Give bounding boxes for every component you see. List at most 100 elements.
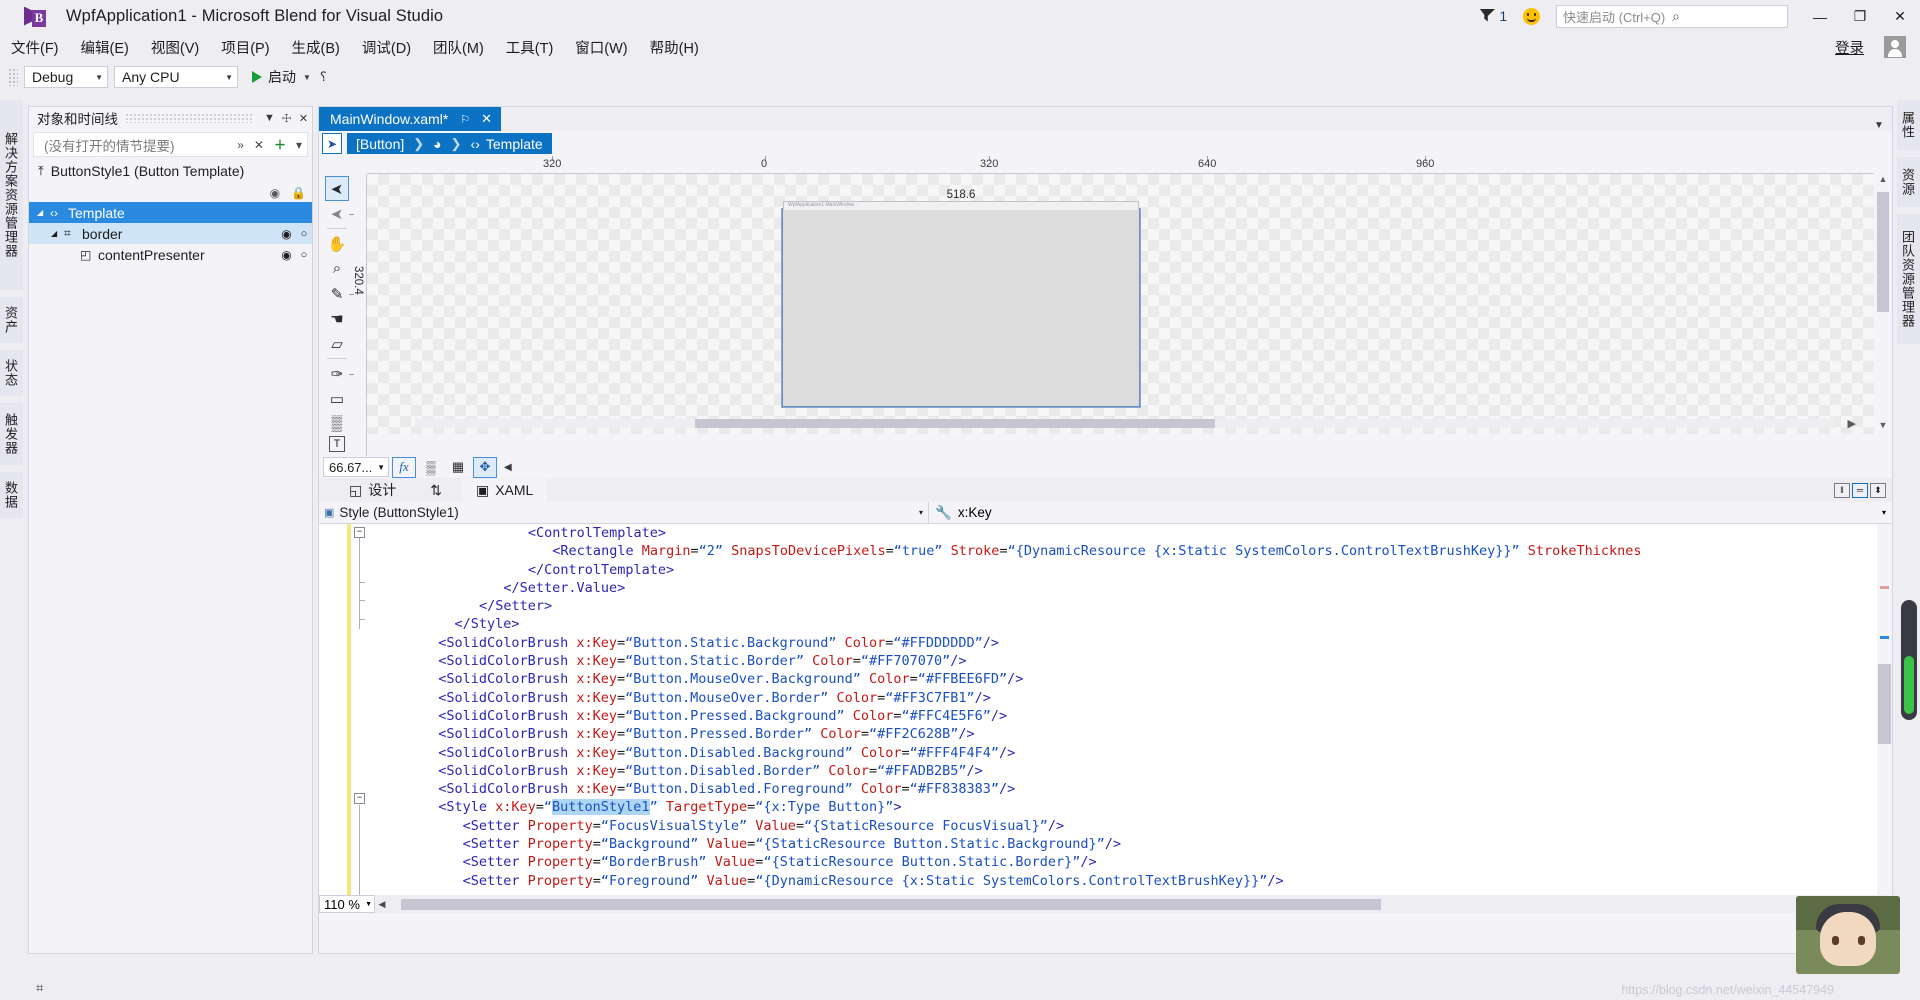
eyedropper-tool[interactable]: ✎	[325, 281, 349, 306]
chevrons-down-icon[interactable]: »	[232, 138, 249, 152]
pen-tool[interactable]: ✑	[325, 361, 349, 386]
tree-item-border[interactable]: ◢ ⌗ border ◉ ○	[29, 223, 312, 244]
sidebar-tab-triggers[interactable]: 触发器	[0, 403, 23, 465]
add-storyboard-icon[interactable]: ＋	[269, 136, 291, 153]
chevron-down-icon[interactable]: ▼	[261, 112, 278, 124]
horizontal-split-button[interactable]: ═	[1852, 482, 1868, 498]
menu-item-edit[interactable]: 编辑(E)	[70, 35, 140, 60]
code-vertical-scrollbar[interactable]	[1877, 524, 1892, 895]
restore-button[interactable]: ❐	[1840, 0, 1880, 33]
code-scroll-track[interactable]	[393, 898, 1874, 910]
sidebar-tab-team-explorer[interactable]: 团队资源管理器	[1897, 214, 1920, 344]
breadcrumb-item-style-icon[interactable]: ◕	[424, 136, 450, 152]
snap-to-gridlines-button[interactable]: ▦	[446, 457, 470, 478]
menu-item-tools[interactable]: 工具(T)	[495, 35, 565, 60]
tab-design[interactable]: ◱ 设计	[335, 477, 410, 503]
canvas-scroll-right-button[interactable]: ▶	[1848, 417, 1856, 430]
start-debug-button[interactable]: 启动 ▼	[252, 67, 311, 87]
member-scope-combo[interactable]: ▣ Style (ButtonStyle1) ▾	[319, 502, 929, 523]
send-feedback-smiley-icon[interactable]	[1523, 8, 1540, 25]
sidebar-tab-assets[interactable]: 资产	[0, 297, 23, 343]
vertical-ruler[interactable]	[349, 174, 367, 456]
scope-selection-tool-button[interactable]: ➤	[322, 133, 342, 154]
vertical-split-button[interactable]: ‖	[1834, 482, 1850, 498]
menu-item-team[interactable]: 团队(M)	[422, 35, 495, 60]
property-scope-combo[interactable]: 🔧 x:Key ▾	[929, 505, 1892, 521]
sidebar-tab-properties[interactable]: 属性	[1897, 100, 1920, 150]
sidebar-tab-data[interactable]: 数据	[0, 472, 23, 518]
lock-icon[interactable]: ○	[296, 249, 312, 261]
notifications-flag-icon[interactable]	[1479, 8, 1496, 25]
lock-icon[interactable]: 🔒	[291, 186, 306, 200]
lock-icon[interactable]: ○	[296, 228, 312, 240]
template-root-item[interactable]: ⤒ ButtonStyle1 (Button Template)	[29, 157, 312, 184]
menu-item-window[interactable]: 窗口(W)	[564, 35, 638, 60]
account-avatar-icon[interactable]	[1884, 36, 1906, 58]
effects-toggle-button[interactable]: fx	[392, 456, 416, 478]
selection-tool[interactable]: ➤	[325, 176, 349, 201]
canvas-horizontal-scrollbar[interactable]	[415, 419, 1834, 428]
storyboard-search-field[interactable]: (没有打开的情节提要) » ✕ ＋ ▾	[33, 132, 308, 157]
swap-panes-icon[interactable]: ⇅	[430, 482, 442, 499]
panel-drag-dots[interactable]	[125, 113, 254, 123]
editor-zoom-combo[interactable]: 110 % ▼	[319, 895, 375, 913]
scroll-up-icon[interactable]: ▲	[1876, 174, 1890, 188]
minimize-button[interactable]: —	[1800, 0, 1840, 33]
expander-icon[interactable]: ◢	[51, 229, 64, 238]
scrollbar-thumb[interactable]	[1878, 664, 1891, 744]
zoom-level-combo[interactable]: 66.67... ▼	[323, 457, 389, 477]
eye-icon[interactable]: ◉	[277, 227, 296, 241]
menu-item-view[interactable]: 视图(V)	[140, 35, 210, 60]
close-icon[interactable]: ✕	[295, 112, 312, 125]
text-tool[interactable]: T	[329, 436, 345, 452]
breadcrumb-item-button[interactable]: [Button]	[347, 136, 413, 152]
scrollbar-thumb[interactable]	[695, 419, 1215, 428]
canvas-vertical-scrollbar[interactable]: ▲ ▼	[1876, 174, 1890, 434]
eye-icon[interactable]: ◉	[277, 248, 296, 262]
zoom-tool[interactable]: ⌕	[325, 256, 349, 281]
sidebar-tab-states[interactable]: 状态	[0, 350, 23, 396]
toolbar-grip-handle[interactable]	[8, 68, 18, 86]
xaml-code-editor[interactable]: − − <ControlTemplate> <Rectangle Margin=“…	[319, 524, 1892, 895]
eye-icon[interactable]: ◉	[270, 186, 280, 200]
configuration-combo[interactable]: Debug ▼	[24, 66, 108, 88]
minimap-thumb[interactable]	[1904, 656, 1914, 714]
tree-item-contentpresenter[interactable]: ◰ contentPresenter ◉ ○	[29, 244, 312, 265]
menu-item-project[interactable]: 项目(P)	[210, 35, 280, 60]
pan-tool[interactable]: ✋	[325, 231, 349, 256]
design-canvas[interactable]: ➤ ➤ ✋ ⌕ ✎ ☚ ▱ ✑ ▭ ▒ T 320 0 320 640 960	[319, 156, 1892, 456]
chevron-down-icon[interactable]: ▼	[303, 73, 311, 82]
menu-item-build[interactable]: 生成(B)	[281, 35, 351, 60]
artboard-mainwindow[interactable]: WpfApplication1 MainWindow	[782, 201, 1140, 407]
sign-in-link[interactable]: 登录	[1835, 37, 1864, 58]
document-tab-mainwindow[interactable]: MainWindow.xaml* ⚐ ✕	[319, 107, 502, 131]
sidebar-tab-solution-explorer[interactable]: 解决方案资源管理器	[0, 100, 23, 290]
fold-toggle[interactable]: −	[354, 527, 365, 538]
tab-overflow-chevron-down-icon[interactable]: ▼	[1866, 120, 1892, 131]
scroll-left-icon[interactable]: ◀	[375, 899, 389, 910]
pin-icon[interactable]: ☩	[278, 112, 295, 125]
collapse-pane-button[interactable]: ⬍	[1870, 482, 1886, 498]
close-button[interactable]: ✕	[1880, 0, 1920, 33]
snap-to-snaplines-button[interactable]: ✥	[473, 456, 497, 478]
rectangle-tool[interactable]: ▭	[325, 386, 349, 411]
menu-item-debug[interactable]: 调试(D)	[351, 35, 422, 60]
horizontal-ruler[interactable]: 320 0 320 640 960	[367, 156, 1874, 174]
zoom-bar-collapse-icon[interactable]: ◀	[504, 462, 512, 473]
quick-launch-input[interactable]: 快速启动 (Ctrl+Q) ⌕	[1556, 5, 1788, 28]
scrollbar-thumb[interactable]	[401, 898, 1381, 910]
scroll-down-icon[interactable]: ▼	[1876, 420, 1890, 434]
menu-item-help[interactable]: 帮助(H)	[639, 35, 710, 60]
tab-xaml[interactable]: ▣ XAML	[461, 478, 548, 502]
paint-bucket-tool[interactable]: ☚	[325, 306, 349, 331]
close-icon[interactable]: ✕	[249, 138, 269, 152]
close-icon[interactable]: ✕	[481, 111, 492, 127]
menu-item-file[interactable]: 文件(F)	[0, 35, 70, 60]
breadcrumb-item-template[interactable]: ‹› Template	[462, 136, 552, 152]
tree-item-template[interactable]: ◢ ‹› Template	[29, 202, 312, 223]
scrollbar-thumb[interactable]	[1877, 192, 1889, 312]
chevron-down-icon[interactable]: ▾	[291, 138, 307, 152]
eraser-tool[interactable]: ▱	[325, 331, 349, 356]
sidebar-tab-resources[interactable]: 资源	[1897, 157, 1920, 207]
fold-toggle[interactable]: −	[354, 793, 365, 804]
